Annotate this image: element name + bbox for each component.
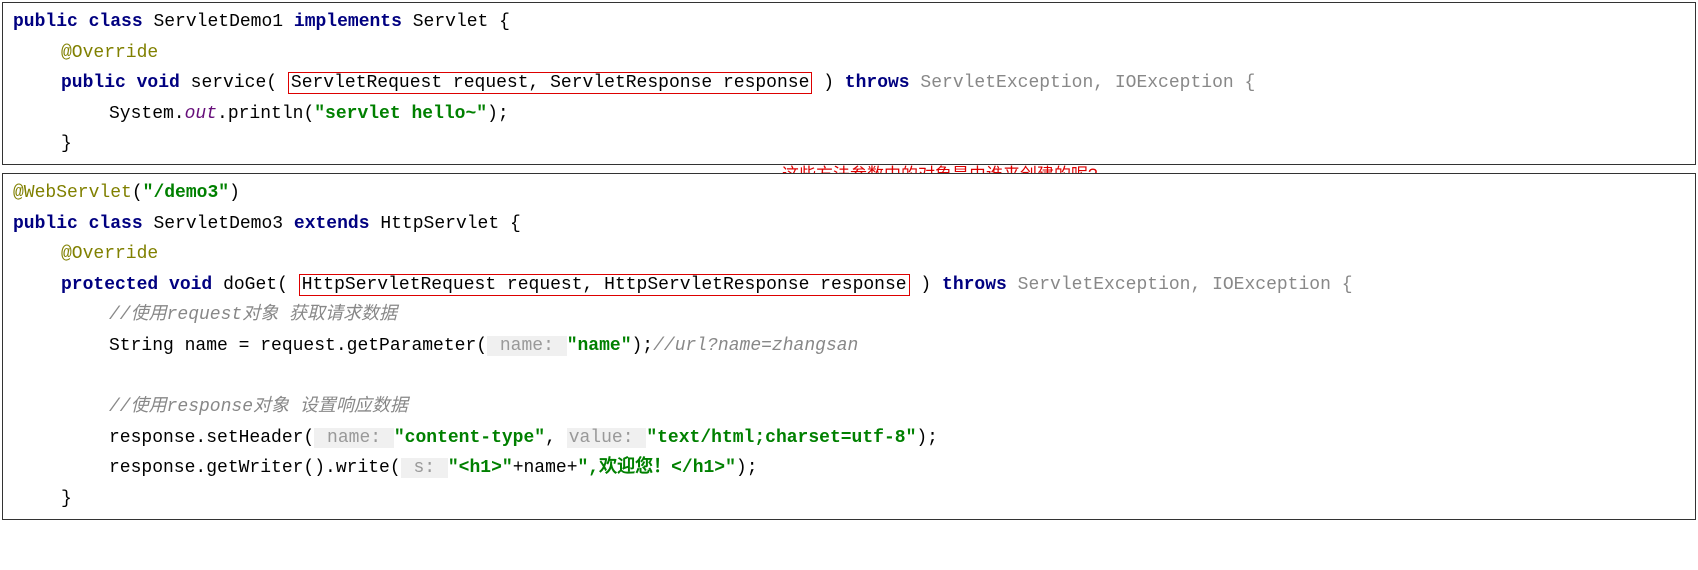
close-brace: } [13, 129, 1685, 160]
param-hint: value: [567, 428, 647, 448]
keyword-throws: throws [845, 73, 910, 93]
comment: //使用response对象 设置响应数据 [109, 397, 408, 417]
class-name: ServletDemo1 [153, 12, 293, 32]
paren: ) [229, 183, 240, 203]
code-block-2: @WebServlet("/demo3") public class Servl… [2, 173, 1696, 520]
param-hint: name: [487, 336, 567, 356]
code-line: @Override [13, 38, 1685, 69]
annotation-override: @Override [61, 244, 158, 264]
string-literal: "name" [567, 336, 632, 356]
exception-types: ServletException, IOException { [920, 73, 1255, 93]
code-text: response.getWriter().write( [109, 458, 401, 478]
code-text: +name+ [513, 458, 578, 478]
comment: //url?name=zhangsan [653, 336, 858, 356]
class-name: ServletDemo3 [153, 214, 293, 234]
exception-types: ServletException, IOException { [1018, 275, 1353, 295]
paren: ( [132, 183, 143, 203]
keyword-void: void [169, 275, 212, 295]
keyword-public: public [13, 12, 78, 32]
param-hint: name: [314, 428, 394, 448]
keyword-protected: protected [61, 275, 158, 295]
string-literal: ",欢迎您！</h1>" [578, 458, 736, 478]
code-line: protected void doGet( HttpServletRequest… [13, 270, 1685, 301]
keyword-throws: throws [942, 275, 1007, 295]
paren-close: ) [823, 73, 845, 93]
string-literal: "text/html;charset=utf-8" [646, 428, 916, 448]
code-line: response.getWriter().write( s: "<h1>"+na… [13, 453, 1685, 484]
annotation-override: @Override [61, 43, 158, 63]
code-block-1: public class ServletDemo1 implements Ser… [2, 2, 1696, 165]
close-brace: } [13, 484, 1685, 515]
string-literal: "servlet hello~" [314, 104, 487, 124]
type-name: Servlet { [413, 12, 510, 32]
code-text: String name = request.getParameter( [109, 336, 487, 356]
paren-close: ) [920, 275, 942, 295]
code-text: , [545, 428, 567, 448]
code-line: System.out.println("servlet hello~"); [13, 99, 1685, 130]
code-text: System. [109, 104, 185, 124]
field-out: out [185, 104, 217, 124]
highlighted-params-2: HttpServletRequest request, HttpServletR… [299, 274, 910, 296]
param-hint: s: [401, 458, 448, 478]
string-literal: "<h1>" [448, 458, 513, 478]
keyword-public: public [61, 73, 126, 93]
code-line: public class ServletDemo3 extends HttpSe… [13, 209, 1685, 240]
keyword-public: public [13, 214, 78, 234]
keyword-extends: extends [294, 214, 370, 234]
code-line: String name = request.getParameter( name… [13, 331, 1685, 362]
keyword-class: class [89, 12, 143, 32]
highlighted-params-1: ServletRequest request, ServletResponse … [288, 72, 812, 94]
code-text: ); [916, 428, 938, 448]
method-name: doGet( [223, 275, 288, 295]
string-literal: "content-type" [394, 428, 545, 448]
code-line: @Override [13, 239, 1685, 270]
code-line: public class ServletDemo1 implements Ser… [13, 7, 1685, 38]
code-text: ); [736, 458, 758, 478]
code-line: //使用response对象 设置响应数据 [13, 392, 1685, 423]
code-line: response.setHeader( name: "content-type"… [13, 423, 1685, 454]
annotation-webservlet: @WebServlet [13, 183, 132, 203]
code-line: @WebServlet("/demo3") [13, 178, 1685, 209]
code-text: response.setHeader( [109, 428, 314, 448]
keyword-void: void [137, 73, 180, 93]
code-text: ); [487, 104, 509, 124]
code-text: .println( [217, 104, 314, 124]
code-text: ); [632, 336, 654, 356]
code-line: public void service( ServletRequest requ… [13, 68, 1685, 99]
code-line: //使用request对象 获取请求数据 [13, 300, 1685, 331]
blank-line [13, 362, 1685, 393]
type-name: HttpServlet { [380, 214, 520, 234]
keyword-implements: implements [294, 12, 402, 32]
method-name: service( [191, 73, 277, 93]
keyword-class: class [89, 214, 143, 234]
string-literal: "/demo3" [143, 183, 229, 203]
comment: //使用request对象 获取请求数据 [109, 305, 397, 325]
